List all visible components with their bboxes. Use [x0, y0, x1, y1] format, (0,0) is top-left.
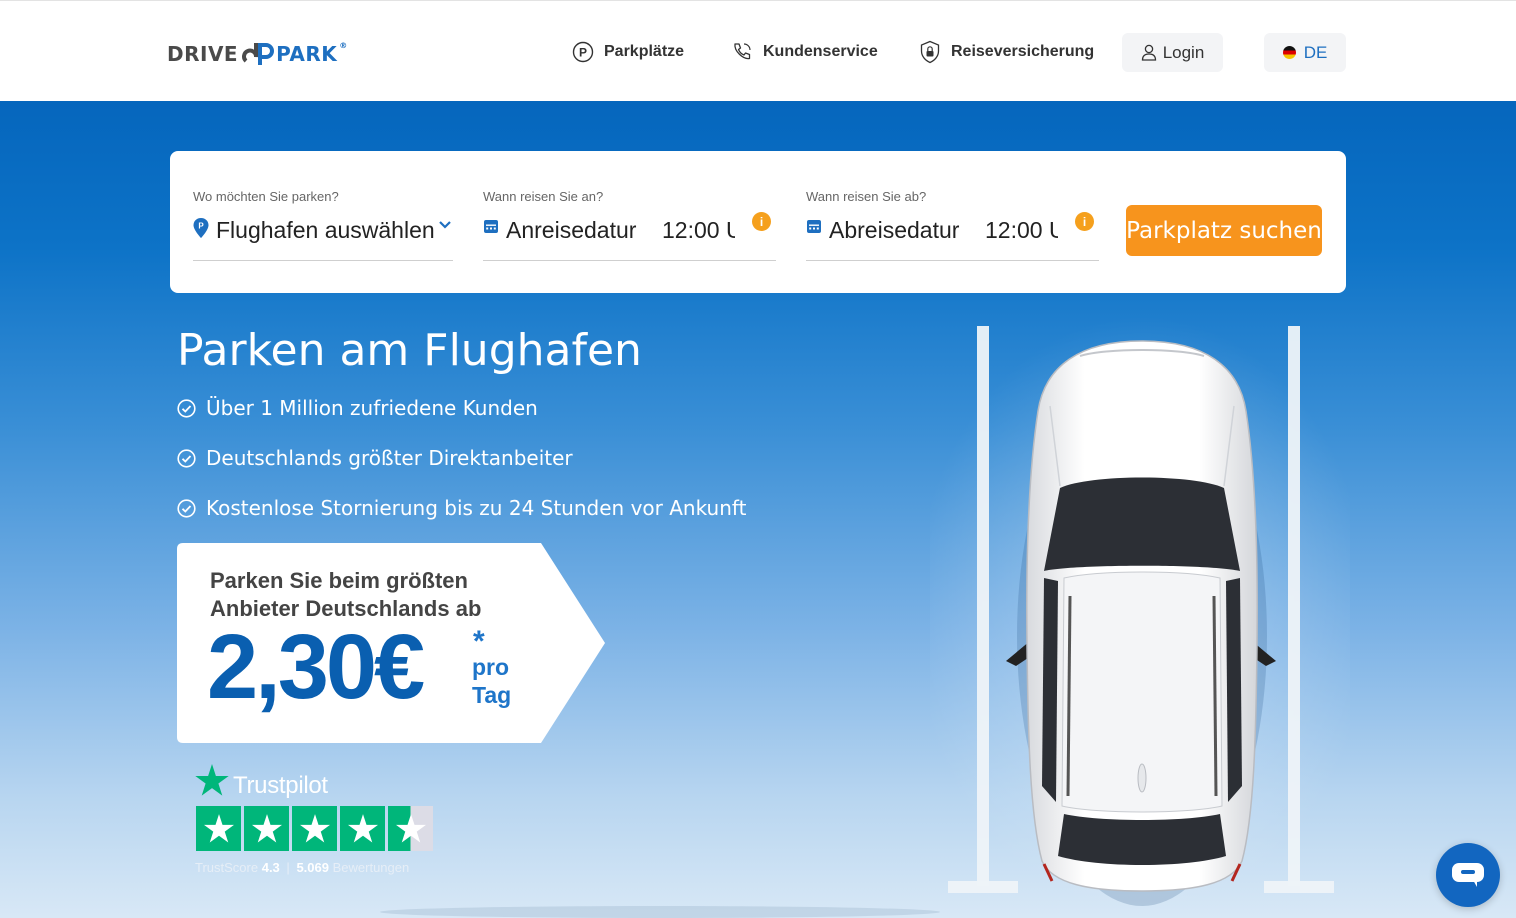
- svg-text:P: P: [579, 46, 587, 60]
- hero-title: Parken am Flughafen: [177, 325, 642, 376]
- benefit-text: Deutschlands größter Direktanbeiter: [206, 446, 573, 470]
- departure-time-value[interactable]: 12:00 U: [985, 217, 1058, 244]
- price-amount: 2,30€: [207, 616, 425, 718]
- airport-select[interactable]: Wo möchten Sie parken? P Flughafen auswä…: [193, 189, 453, 261]
- trustscore-label: TrustScore: [195, 860, 259, 875]
- trustpilot-star-icon: [195, 764, 229, 796]
- nav-label: Kundenservice: [763, 43, 878, 60]
- trustpilot-rating-stars: [196, 806, 433, 851]
- half-star-icon: [388, 806, 433, 851]
- car-parking-illustration: [930, 316, 1350, 916]
- search-form: Wo möchten Sie parken? P Flughafen auswä…: [170, 151, 1346, 293]
- benefit-item: Über 1 Million zufriedene Kunden: [177, 396, 538, 420]
- check-circle-icon: [177, 398, 196, 418]
- shield-lock-icon: [920, 40, 940, 64]
- calendar-icon: [484, 220, 498, 233]
- star-icon: [244, 806, 289, 851]
- nav-item-kundenservice[interactable]: Kundenservice: [731, 37, 878, 67]
- nav-item-parkplaetze[interactable]: P Parkplätze: [572, 37, 684, 67]
- departure-date-value: Abreisedatur: [829, 217, 960, 243]
- benefit-text: Kostenlose Stornierung bis zu 24 Stunden…: [206, 496, 747, 520]
- logo-text-drive: DRIVE: [167, 42, 239, 66]
- star-icon: [292, 806, 337, 851]
- arrival-time-value[interactable]: 12:00 U: [662, 217, 735, 244]
- phone-icon: [734, 43, 751, 60]
- bottom-shadow: [380, 906, 940, 918]
- airport-field-label: Wo möchten Sie parken?: [193, 189, 339, 204]
- drive-park-logo[interactable]: DRIVE PARK ®: [167, 39, 348, 69]
- reviews-count: 5.069: [296, 860, 329, 875]
- svg-text:P: P: [198, 222, 204, 231]
- check-circle-icon: [177, 448, 196, 468]
- departure-field-label: Wann reisen Sie ab?: [806, 189, 927, 204]
- login-label: Login: [1162, 42, 1205, 62]
- logo-text-park: PARK: [276, 42, 338, 66]
- hero-section: Wo möchten Sie parken? P Flughafen auswä…: [0, 101, 1516, 918]
- trustpilot-widget[interactable]: Trustpilot TrustScore 4.3 | 5.069 Bewert…: [195, 764, 445, 884]
- chevron-down-icon[interactable]: [439, 221, 451, 229]
- price-intro: Parken Sie beim größten Anbieter Deutsch…: [210, 567, 481, 623]
- location-pin-icon: P: [193, 218, 209, 238]
- price-intro-line1: Parken Sie beim größten: [210, 568, 468, 593]
- trustscore-line: TrustScore 4.3 | 5.069 Bewertungen: [195, 860, 409, 875]
- user-icon: [1141, 44, 1156, 61]
- arrival-info-icon[interactable]: i: [752, 212, 771, 231]
- nav-label: Reiseversicherung: [951, 43, 1095, 60]
- nav-item-reiseversicherung[interactable]: Reiseversicherung: [919, 37, 1094, 67]
- price-unit-line1: pro: [472, 654, 510, 680]
- benefit-item: Kostenlose Stornierung bis zu 24 Stunden…: [177, 496, 746, 520]
- star-icon: [196, 806, 241, 851]
- nav-label: Parkplätze: [604, 43, 685, 60]
- calendar-icon: [807, 220, 821, 233]
- german-flag-icon: [1282, 46, 1296, 59]
- trustscore-separator: |: [286, 860, 290, 875]
- trustscore-value: 4.3: [261, 860, 280, 875]
- chat-button[interactable]: [1436, 843, 1500, 907]
- price-unit: pro Tag: [472, 653, 511, 709]
- search-parking-button[interactable]: Parkplatz suchen: [1126, 205, 1322, 256]
- departure-info-icon[interactable]: i: [1075, 212, 1094, 231]
- price-badge: Parken Sie beim größten Anbieter Deutsch…: [177, 543, 607, 743]
- reviews-label: Bewertungen: [332, 860, 410, 875]
- departure-date-field[interactable]: Wann reisen Sie ab? Abreisedatur 12:00 U…: [806, 189, 1099, 261]
- arrival-date-value: Anreisedatur: [506, 217, 637, 243]
- parking-icon: P: [572, 41, 594, 63]
- star-icon: [340, 806, 385, 851]
- site-header: DRIVE PARK ® P Parkplätze Kundenservice …: [0, 0, 1516, 101]
- arrival-field-label: Wann reisen Sie an?: [483, 189, 604, 204]
- trustpilot-name: Trustpilot: [233, 772, 328, 799]
- benefit-text: Über 1 Million zufriedene Kunden: [206, 396, 538, 420]
- chat-bubble-icon: [1452, 863, 1484, 887]
- login-button[interactable]: Login: [1122, 33, 1223, 72]
- airport-value: Flughafen auswählen: [216, 217, 435, 243]
- price-unit-line2: Tag: [472, 682, 512, 708]
- language-selector[interactable]: DE: [1264, 33, 1346, 72]
- logo-mark-icon: [242, 43, 275, 65]
- arrival-date-field[interactable]: Wann reisen Sie an? Anreisedatur 12:00 U…: [483, 189, 776, 261]
- benefit-item: Deutschlands größter Direktanbeiter: [177, 446, 573, 470]
- language-label: DE: [1303, 42, 1328, 62]
- check-circle-icon: [177, 498, 196, 518]
- logo-registered-mark: ®: [339, 41, 348, 50]
